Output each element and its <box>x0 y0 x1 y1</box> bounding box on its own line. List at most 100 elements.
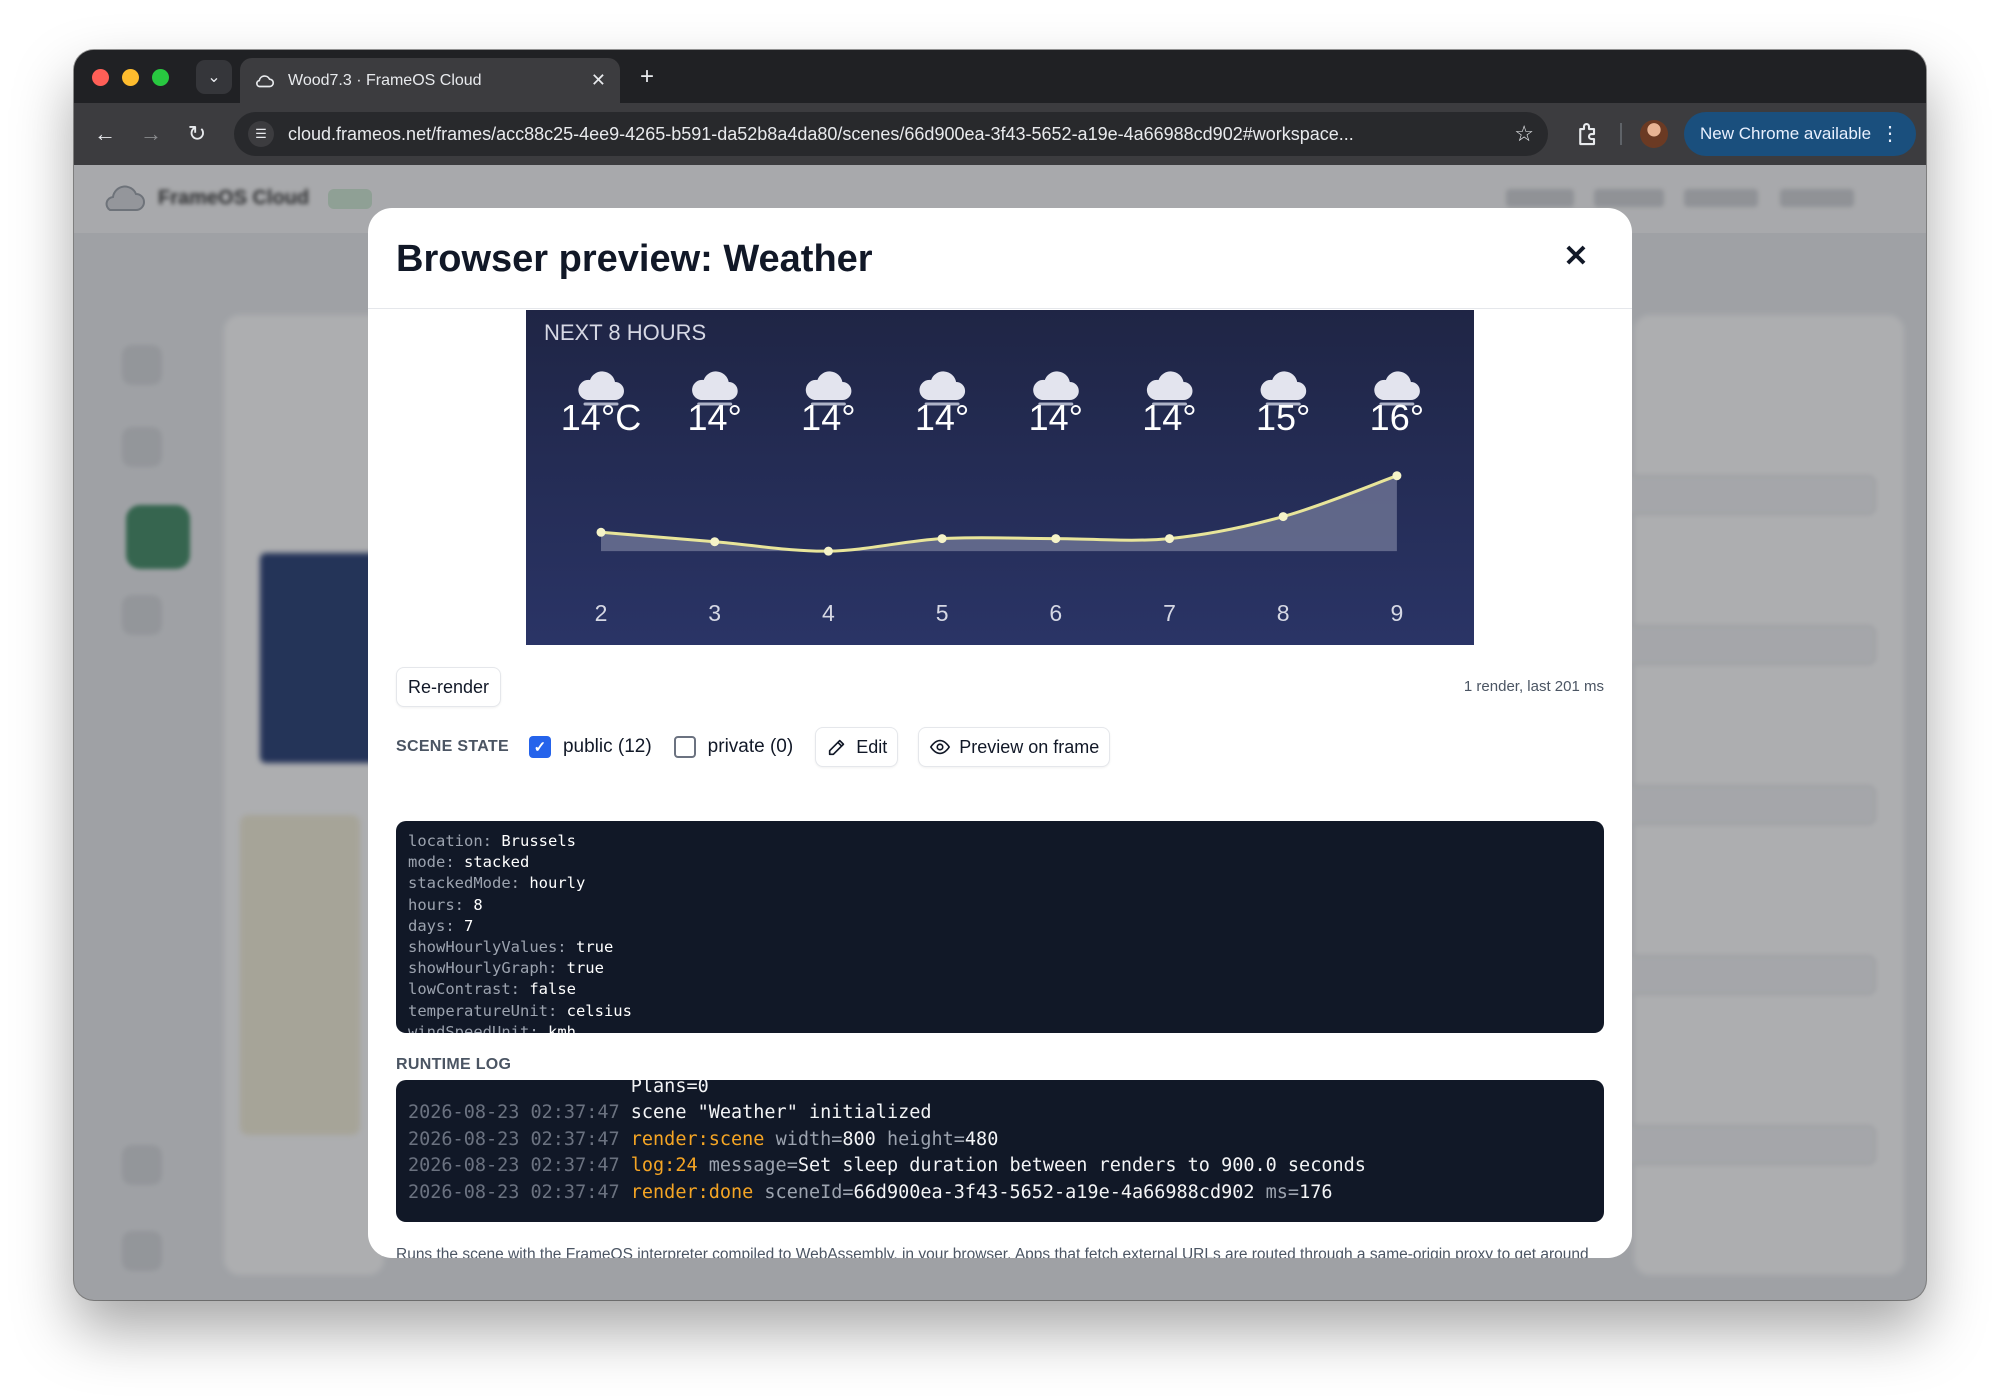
runtime-log-box[interactable]: 2026-08-23 02:37:47 Plans=0 2026-08-23 0… <box>396 1080 1604 1222</box>
state-key: showHourlyValues: <box>408 938 576 957</box>
log-param-value: Set sleep duration between renders to 90… <box>797 1155 1366 1177</box>
browser-tab[interactable]: Wood7.3 · FrameOS Cloud ✕ <box>240 58 620 103</box>
close-icon[interactable]: ✕ <box>591 70 606 91</box>
data-point <box>596 527 606 537</box>
rerender-button[interactable]: Re-render <box>396 667 502 707</box>
url-text[interactable]: cloud.frameos.net/frames/acc88c25-4ee9-4… <box>288 124 1504 145</box>
log-line: 2026-08-23 02:37:47 render:scene width=8… <box>408 1127 1592 1153</box>
preview-on-frame-button[interactable]: Preview on frame <box>918 727 1111 767</box>
state-value: celsius <box>566 1001 632 1020</box>
state-value: kmh <box>547 1022 576 1033</box>
log-line: 2026-08-23 02:37:47 scene "Weather" init… <box>408 1100 1592 1126</box>
hour-label: 5 <box>936 600 949 626</box>
state-value: true <box>575 938 614 957</box>
state-entry: location: Brussels <box>408 831 1592 852</box>
cloud-icon <box>256 74 275 87</box>
state-value: 8 <box>473 895 483 914</box>
render-stat: 1 render, last 201 ms <box>1463 678 1604 695</box>
state-value: true <box>566 959 604 978</box>
state-entry: windSpeedUnit: kmh <box>408 1022 1592 1033</box>
tab-search-button[interactable]: ⌄ <box>196 60 232 94</box>
state-value: stacked <box>464 853 530 872</box>
new-tab-button[interactable]: + <box>632 62 662 92</box>
log-line-partial: 2026-08-23 02:37:47 Plans=0 <box>630 1080 709 1097</box>
data-point <box>1165 534 1174 544</box>
new-chrome-available-button[interactable]: New Chrome available ⋮ <box>1684 112 1916 156</box>
data-point <box>937 534 947 544</box>
address-bar[interactable]: ☰ cloud.frameos.net/frames/acc88c25-4ee9… <box>234 112 1548 156</box>
preview-on-frame-label: Preview on frame <box>959 736 1100 757</box>
hour-label: 9 <box>1391 600 1404 626</box>
public-label: public (12) <box>562 736 652 757</box>
profile-avatar[interactable] <box>1640 120 1668 148</box>
toolbar-separator <box>1620 123 1622 145</box>
plus-icon: + <box>639 63 654 90</box>
data-point <box>1051 534 1061 544</box>
state-key: temperatureUnit: <box>408 1001 567 1020</box>
log-timestamp: 2026-08-23 02:37:47 <box>408 1181 631 1203</box>
log-param-value: 800 <box>842 1128 876 1150</box>
temp-label: 14°C <box>561 397 641 438</box>
state-value: false <box>529 980 576 999</box>
eye-icon <box>930 739 951 755</box>
log-text: scene "Weather" initialized <box>630 1102 932 1124</box>
temp-label: 16° <box>1370 397 1424 438</box>
state-key: lowContrast: <box>408 980 530 999</box>
hour-label: 6 <box>1049 600 1062 626</box>
temperature-area <box>601 475 1397 552</box>
arrow-left-icon: ← <box>94 121 116 146</box>
scene-state-box[interactable]: location: Brussels mode: stacked stackedMo… <box>396 821 1604 1033</box>
update-label: New Chrome available <box>1700 124 1872 143</box>
state-key: location: <box>408 832 502 850</box>
modal-title: Browser preview: Weather <box>396 238 873 280</box>
state-entry: temperatureUnit: celsius <box>408 1001 1592 1022</box>
chart-heading: NEXT 8 HOURS <box>544 320 706 345</box>
data-point <box>1278 512 1288 522</box>
tab-strip: ⌄ Wood7.3 · FrameOS Cloud ✕ + <box>74 50 1926 103</box>
scene-state-toolbar: SCENE STATE ✓ public (12) private (0) Ed… <box>396 727 1111 767</box>
private-label: private (0) <box>707 736 794 757</box>
close-window-button[interactable] <box>92 69 109 86</box>
temp-label: 14° <box>687 397 741 438</box>
site-settings-icon[interactable]: ☰ <box>248 121 274 147</box>
public-checkbox[interactable]: ✓ <box>528 736 551 758</box>
state-value: hourly <box>529 874 586 893</box>
hour-label: 3 <box>708 600 721 626</box>
bookmark-star-icon[interactable]: ☆ <box>1514 121 1534 147</box>
state-entry: mode: stacked <box>408 852 1592 873</box>
log-event: render:scene <box>630 1128 776 1150</box>
log-param-key: height= <box>875 1128 965 1150</box>
more-vertical-icon: ⋮ <box>1880 123 1900 145</box>
hour-label: 7 <box>1163 600 1176 626</box>
log-param-key: message= <box>708 1155 798 1177</box>
chevron-down-icon: ⌄ <box>207 69 221 86</box>
forward-button[interactable]: → <box>134 117 168 151</box>
log-line: 2026-08-23 02:37:47 log:24 message=Set s… <box>408 1153 1592 1179</box>
log-timestamp: 2026-08-23 02:37:47 <box>408 1155 631 1177</box>
state-value: Brussels <box>501 832 576 850</box>
extensions-icon[interactable] <box>1574 119 1604 149</box>
back-button[interactable]: ← <box>88 117 122 151</box>
close-icon: ✕ <box>1563 239 1589 273</box>
reload-button[interactable]: ↻ <box>180 117 214 151</box>
close-modal-button[interactable]: ✕ <box>1556 236 1596 276</box>
reload-icon: ↻ <box>187 121 207 146</box>
hour-label: 4 <box>822 600 835 626</box>
tab-title: Wood7.3 · FrameOS Cloud <box>288 71 482 89</box>
temp-label: 15° <box>1256 397 1310 438</box>
log-param-value: 480 <box>964 1128 999 1150</box>
state-key: stackedMode: <box>408 874 530 893</box>
temp-label: 14° <box>1142 397 1196 438</box>
temp-label: 14° <box>801 397 855 438</box>
private-checkbox[interactable] <box>673 736 696 758</box>
log-event: log:24 <box>630 1155 709 1177</box>
edit-label: Edit <box>856 736 888 757</box>
log-param-key: ms= <box>1254 1181 1300 1203</box>
log-param-key: sceneId= <box>764 1181 854 1203</box>
maximize-window-button[interactable] <box>152 69 169 86</box>
browser-preview-modal: Browser preview: Weather ✕ NEXT 8 HOURS … <box>368 208 1632 1258</box>
log-timestamp: 2026-08-23 02:37:47 <box>408 1102 631 1124</box>
minimize-window-button[interactable] <box>122 69 139 86</box>
edit-button[interactable]: Edit <box>815 727 899 767</box>
modal-divider <box>368 308 1632 309</box>
